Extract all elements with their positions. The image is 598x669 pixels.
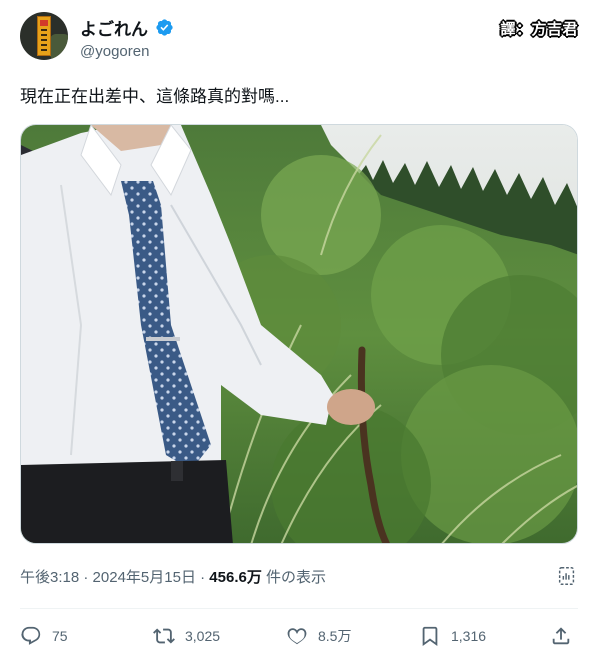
tweet-text: 現在正在出差中、這條路真的對嗎...	[20, 87, 290, 106]
tweet-date[interactable]: 2024年5月15日	[93, 569, 196, 586]
avatar[interactable]	[20, 12, 68, 60]
like-icon	[287, 628, 307, 645]
share-icon	[552, 627, 570, 645]
repost-icon	[153, 628, 175, 644]
author-display-name[interactable]: よごれん	[80, 15, 148, 40]
reply-count: 75	[52, 628, 68, 644]
bookmark-icon	[422, 626, 438, 647]
analytics-icon[interactable]	[556, 565, 578, 587]
action-bar: 75 3,025 8.5万 1,316	[20, 625, 578, 655]
tweet-header: よごれん @yogoren 譯：方吉君	[20, 12, 578, 64]
reply-button[interactable]: 75	[20, 625, 68, 647]
like-button[interactable]: 8.5万	[286, 625, 351, 647]
tweet-time[interactable]: 午後3:18	[20, 569, 79, 586]
author-handle[interactable]: @yogoren	[80, 43, 174, 60]
like-count: 8.5万	[318, 628, 352, 644]
tweet-photo[interactable]	[20, 124, 578, 544]
author-block: よごれん @yogoren	[80, 15, 174, 60]
translator-watermark: 譯：方吉君	[500, 21, 578, 38]
bookmark-count: 1,316	[451, 628, 487, 644]
bookmark-button[interactable]: 1,316	[419, 625, 486, 647]
share-button[interactable]	[550, 625, 582, 647]
photo-illustration	[21, 125, 577, 543]
meta-separator: ·	[79, 569, 93, 586]
avatar-foliage	[50, 34, 68, 60]
view-count-suffix: 件の表示	[261, 569, 327, 586]
tweet-meta: 午後3:18 · 2024年5月15日 · 456.6万 件の表示	[20, 566, 326, 587]
verified-badge-icon[interactable]	[155, 18, 174, 37]
repost-count: 3,025	[185, 628, 221, 644]
avatar-sign-image	[37, 16, 51, 56]
meta-separator: ·	[195, 569, 210, 586]
view-count: 456.6万	[209, 569, 262, 586]
divider	[20, 608, 578, 609]
repost-button[interactable]: 3,025	[153, 625, 220, 647]
reply-icon	[21, 626, 41, 645]
